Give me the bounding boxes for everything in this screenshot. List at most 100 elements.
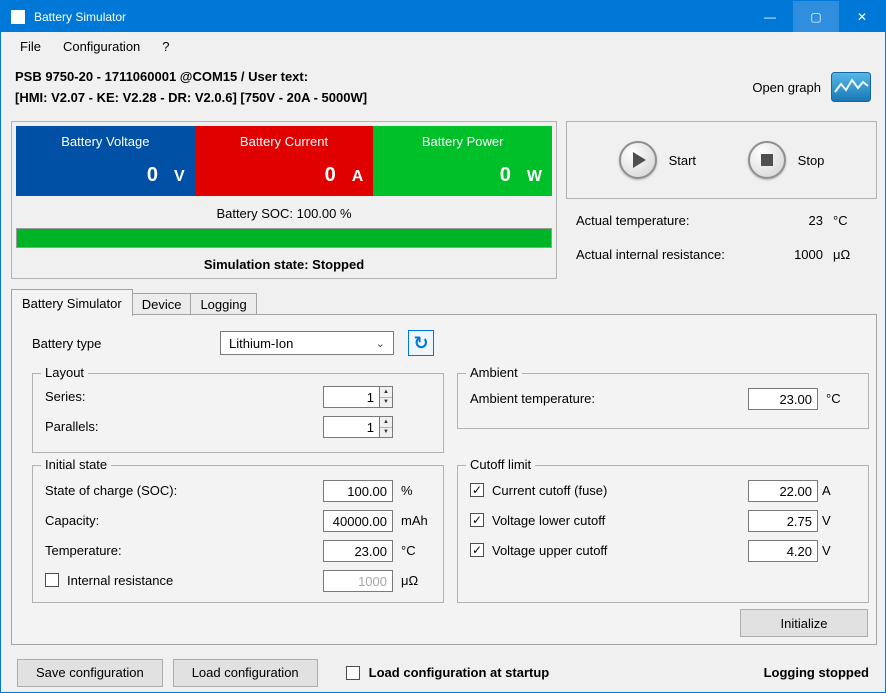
layout-group: Layout Series: ▲ ▼ Parallels: ▲ ▼ xyxy=(32,373,444,453)
startup-checkbox-row: ✓ Load configuration at startup xyxy=(346,665,550,680)
capacity-label: Capacity: xyxy=(45,513,99,528)
current-cutoff-row: ✓ Current cutoff (fuse) A xyxy=(458,480,868,502)
battery-type-select[interactable]: Lithium-Ion ⌄ xyxy=(220,331,394,355)
voltage-upper-cutoff-row: ✓ Voltage upper cutoff V xyxy=(458,540,868,562)
current-cutoff-checkbox[interactable]: ✓ xyxy=(470,483,484,497)
app-icon xyxy=(11,10,25,24)
parallels-row: Parallels: ▲ ▼ xyxy=(33,416,443,438)
battery-voltage-label: Battery Voltage xyxy=(16,126,195,149)
current-cutoff-input[interactable] xyxy=(748,480,818,502)
ambient-temperature-input[interactable] xyxy=(748,388,818,410)
start-button[interactable]: Start xyxy=(619,141,696,179)
close-button[interactable]: ✕ xyxy=(839,1,885,32)
voltage-lower-cutoff-unit: V xyxy=(822,513,831,528)
actual-temperature-value: 23 xyxy=(809,213,823,228)
readouts: Actual temperature: 23 °C Actual interna… xyxy=(566,213,877,281)
temperature-input[interactable] xyxy=(323,540,393,562)
voltage-upper-cutoff-unit: V xyxy=(822,543,831,558)
save-configuration-button[interactable]: Save configuration xyxy=(17,659,163,687)
parallels-label: Parallels: xyxy=(45,419,98,434)
device-info-line2: [HMI: V2.07 - KE: V2.28 - DR: V2.0.6] [7… xyxy=(15,87,367,108)
tab-logging[interactable]: Logging xyxy=(190,293,256,315)
parallels-input[interactable] xyxy=(323,416,379,438)
series-input[interactable] xyxy=(323,386,379,408)
refresh-icon: ↻ xyxy=(413,333,428,354)
load-at-startup-checkbox[interactable]: ✓ xyxy=(346,666,360,680)
tab-battery-simulator[interactable]: Battery Simulator xyxy=(11,289,133,316)
check-icon: ✓ xyxy=(472,544,482,556)
ambient-temperature-row: Ambient temperature: °C xyxy=(458,388,868,410)
tab-device[interactable]: Device xyxy=(132,293,192,315)
meters: Battery Voltage 0 V Battery Current 0 A … xyxy=(16,126,552,196)
start-stop-group: Start Stop xyxy=(566,121,877,199)
battery-voltage-value: 0 V xyxy=(16,164,195,196)
menubar: File Configuration ? xyxy=(1,32,885,60)
internal-resistance-label: Internal resistance xyxy=(67,573,173,588)
minimize-button[interactable]: — xyxy=(747,1,793,32)
device-info-text: PSB 9750-20 - 1711060001 @COM15 / User t… xyxy=(15,66,367,108)
spin-up-icon[interactable]: ▲ xyxy=(380,387,392,398)
internal-resistance-row: ✓ Internal resistance μΩ xyxy=(33,570,443,592)
soc-unit: % xyxy=(401,483,413,498)
menu-file[interactable]: File xyxy=(9,34,52,59)
soc-row: State of charge (SOC): % xyxy=(33,480,443,502)
start-label: Start xyxy=(669,153,696,168)
spin-up-icon[interactable]: ▲ xyxy=(380,417,392,428)
actual-temperature-unit: °C xyxy=(833,213,863,228)
ambient-temperature-label: Ambient temperature: xyxy=(470,391,595,406)
battery-type-value: Lithium-Ion xyxy=(229,336,293,351)
menu-help[interactable]: ? xyxy=(151,34,180,59)
voltage-upper-cutoff-input[interactable] xyxy=(748,540,818,562)
internal-resistance-unit: μΩ xyxy=(401,573,418,588)
voltage-lower-cutoff-checkbox[interactable]: ✓ xyxy=(470,513,484,527)
capacity-unit: mAh xyxy=(401,513,428,528)
battery-type-label: Battery type xyxy=(32,336,101,351)
current-cutoff-unit: A xyxy=(822,483,831,498)
open-graph-button[interactable]: Open graph xyxy=(752,72,871,102)
internal-resistance-input xyxy=(323,570,393,592)
initial-state-group-title: Initial state xyxy=(41,457,111,472)
chevron-down-icon: ⌄ xyxy=(376,337,393,350)
soc-progress-fill xyxy=(17,229,551,247)
battery-power-label: Battery Power xyxy=(373,126,552,149)
device-info-bar: PSB 9750-20 - 1711060001 @COM15 / User t… xyxy=(1,60,885,114)
series-stepper: ▲ ▼ xyxy=(379,386,393,408)
ambient-group: Ambient Ambient temperature: °C xyxy=(457,373,869,429)
play-icon xyxy=(619,141,657,179)
check-icon: ✓ xyxy=(472,484,482,496)
open-graph-label: Open graph xyxy=(752,80,821,95)
voltage-upper-cutoff-checkbox[interactable]: ✓ xyxy=(470,543,484,557)
maximize-button[interactable]: ▢ xyxy=(793,1,839,32)
load-at-startup-label: Load configuration at startup xyxy=(369,665,550,680)
soc-input[interactable] xyxy=(323,480,393,502)
initialize-button[interactable]: Initialize xyxy=(740,609,868,637)
battery-current-value: 0 A xyxy=(195,164,374,196)
spin-down-icon[interactable]: ▼ xyxy=(380,428,392,438)
internal-resistance-checkbox[interactable]: ✓ xyxy=(45,573,59,587)
voltage-lower-cutoff-input[interactable] xyxy=(748,510,818,532)
load-configuration-button[interactable]: Load configuration xyxy=(173,659,318,687)
battery-simulator-tab-panel: Battery type Lithium-Ion ⌄ ↻ Layout Seri… xyxy=(11,314,877,645)
menu-configuration[interactable]: Configuration xyxy=(52,34,151,59)
battery-simulator-window: Battery Simulator — ▢ ✕ File Configurati… xyxy=(0,0,886,693)
capacity-input[interactable] xyxy=(323,510,393,532)
stop-label: Stop xyxy=(798,153,825,168)
initial-state-group: Initial state State of charge (SOC): % C… xyxy=(32,465,444,603)
soc-progress-bar xyxy=(16,228,552,248)
battery-power-meter: Battery Power 0 W xyxy=(373,126,552,196)
layout-group-title: Layout xyxy=(41,365,88,380)
cutoff-limit-group-title: Cutoff limit xyxy=(466,457,535,472)
refresh-button[interactable]: ↻ xyxy=(408,330,434,356)
ambient-temperature-unit: °C xyxy=(826,391,841,406)
actual-temperature-row: Actual temperature: 23 °C xyxy=(576,213,863,231)
window-controls: — ▢ ✕ xyxy=(747,1,885,32)
actual-resistance-label: Actual internal resistance: xyxy=(576,247,725,262)
parallels-stepper: ▲ ▼ xyxy=(379,416,393,438)
stop-button[interactable]: Stop xyxy=(748,141,825,179)
voltage-upper-cutoff-label: Voltage upper cutoff xyxy=(492,543,607,558)
window-title: Battery Simulator xyxy=(34,10,126,24)
temperature-row: Temperature: °C xyxy=(33,540,443,562)
check-icon: ✓ xyxy=(472,514,482,526)
spin-down-icon[interactable]: ▼ xyxy=(380,398,392,408)
actual-resistance-unit: μΩ xyxy=(833,247,863,262)
